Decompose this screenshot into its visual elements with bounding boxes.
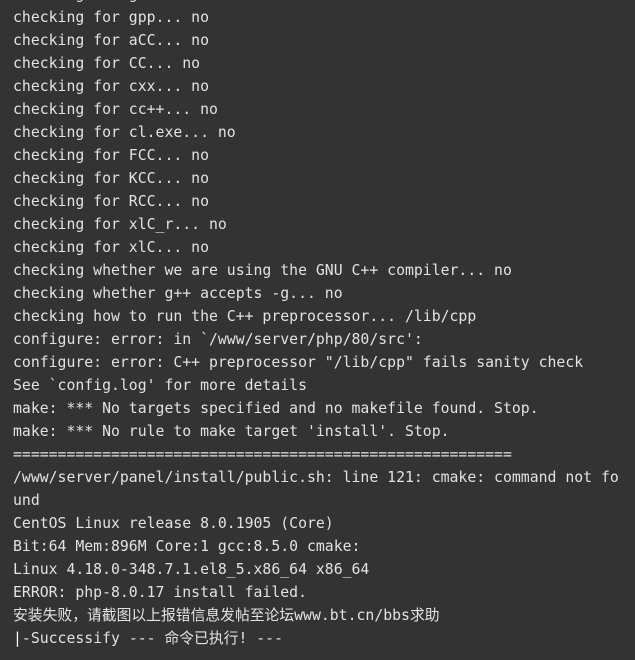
terminal-lines: checking for g++... no checking for gpp.… — [13, 0, 635, 650]
terminal-line: make: *** No rule to make target 'instal… — [13, 423, 450, 440]
status-line: |-Successify --- 命令已执行! --- — [13, 627, 635, 650]
terminal-line: checking for cxx... no — [13, 78, 209, 95]
terminal-line: checking for CC... no — [13, 55, 201, 72]
help-message-line: 安装失败，请截图以上报错信息发帖至论坛www.bt.cn/bbs求助 — [13, 607, 440, 624]
terminal-line: checking for cl.exe... no — [13, 124, 236, 141]
terminal-line: checking for aCC... no — [13, 32, 209, 49]
terminal-line: checking how to run the C++ preprocessor… — [13, 308, 477, 325]
terminal-line: und — [13, 492, 40, 509]
terminal-line: /www/server/panel/install/public.sh: lin… — [13, 469, 619, 486]
terminal-line-error: configure: error: in `/www/server/php/80… — [13, 331, 423, 348]
system-info-line: Bit:64 Mem:896M Core:1 gcc:8.5.0 cmake: — [13, 538, 361, 555]
terminal-line: See `config.log' for more details — [13, 377, 307, 394]
terminal-line: checking for cc++... no — [13, 101, 218, 118]
terminal-output[interactable]: checking for g++... no checking for gpp.… — [0, 0, 635, 660]
status-text: -Successify --- 命令已执行! --- — [21, 630, 283, 647]
terminal-line: checking for FCC... no — [13, 147, 209, 164]
terminal-line: checking whether g++ accepts -g... no — [13, 285, 343, 302]
kernel-info-line: Linux 4.18.0-348.7.1.el8_5.x86_64 x86_64 — [13, 561, 370, 578]
os-info-line: CentOS Linux release 8.0.1905 (Core) — [13, 515, 334, 532]
terminal-line: checking for gpp... no — [13, 9, 209, 26]
terminal-line: checking for KCC... no — [13, 170, 209, 187]
install-error-line: ERROR: php-8.0.17 install failed. — [13, 584, 307, 601]
terminal-line: checking whether we are using the GNU C+… — [13, 262, 512, 279]
terminal-line: checking for RCC... no — [13, 193, 209, 210]
separator-line: ========================================… — [13, 446, 512, 463]
terminal-line-error: configure: error: C++ preprocessor "/lib… — [13, 354, 584, 371]
terminal-line: make: *** No targets specified and no ma… — [13, 400, 539, 417]
pipe-marker: | — [13, 630, 22, 647]
terminal-line: checking for xlC... no — [13, 239, 209, 256]
terminal-line: checking for xlC_r... no — [13, 216, 227, 233]
